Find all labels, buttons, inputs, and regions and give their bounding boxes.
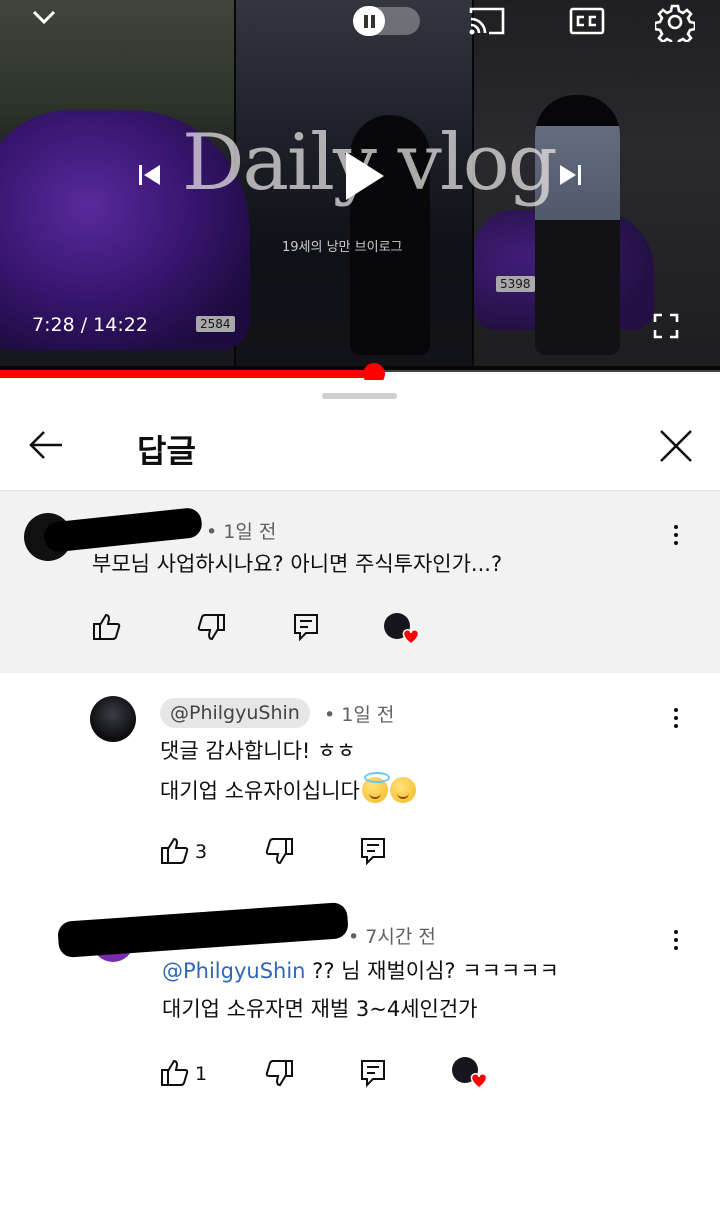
video-player[interactable]: 2584 5398 Daily vlog 19세의 낭만 브이로그 7:28 /… xyxy=(0,0,720,372)
comment-text: 부모님 사업하시나요? 아니면 주식투자인가...? xyxy=(92,552,503,576)
comment-time: • 7시간 전 xyxy=(348,926,436,948)
creator-heart-icon xyxy=(382,612,422,646)
more-vert-icon[interactable] xyxy=(666,925,686,955)
video-overlay-subtitle: 19세의 낭만 브이로그 xyxy=(282,240,403,255)
creator-heart-icon xyxy=(450,1056,490,1090)
more-vert-icon[interactable] xyxy=(666,520,686,550)
replies-panel: 답글 • 1일 전 부모님 사업하시나요? 아니면 주식투자인가...? @Ph… xyxy=(0,380,720,1211)
closed-captions-icon[interactable] xyxy=(569,6,605,36)
reply-icon[interactable] xyxy=(358,836,388,866)
time-label: 1일 전 xyxy=(341,704,395,726)
chevron-down-icon[interactable] xyxy=(28,4,60,32)
comment-text-line: ?? 님 재벌이심? ㅋㅋㅋㅋㅋ xyxy=(305,959,559,983)
relieved-face-icon xyxy=(389,777,416,803)
like-count: 3 xyxy=(195,841,208,863)
dislike-icon[interactable] xyxy=(264,1058,294,1088)
more-vert-icon[interactable] xyxy=(666,703,686,733)
reply-icon[interactable] xyxy=(291,612,321,642)
comment-text-line: 대기업 소유자이십니다 xyxy=(160,779,360,803)
back-arrow-icon[interactable] xyxy=(26,424,68,466)
comment-text: 댓글 감사합니다! ㅎㅎ xyxy=(160,739,356,763)
creator-handle-chip[interactable]: @PhilgyuShin xyxy=(160,698,310,728)
reply-icon[interactable] xyxy=(358,1058,388,1088)
next-icon[interactable] xyxy=(556,160,584,190)
avatar[interactable] xyxy=(90,696,136,742)
fullscreen-icon[interactable] xyxy=(653,313,679,339)
time-display: 7:28 / 14:22 xyxy=(32,314,148,336)
like-icon[interactable] xyxy=(92,612,122,642)
time-label: 1일 전 xyxy=(223,521,277,543)
comment-text: @PhilgyuShin ?? 님 재벌이심? ㅋㅋㅋㅋㅋ xyxy=(162,954,559,988)
autoplay-toggle[interactable] xyxy=(353,6,420,36)
like-icon[interactable] xyxy=(160,1058,190,1088)
comment-time: • 1일 전 xyxy=(206,521,277,543)
play-icon[interactable] xyxy=(340,148,388,204)
comment-text: 대기업 소유자이십니다 xyxy=(160,772,416,808)
cast-icon[interactable] xyxy=(467,5,507,37)
panel-title: 답글 xyxy=(137,432,196,470)
parent-comment: • 1일 전 부모님 사업하시나요? 아니면 주식투자인가...? xyxy=(0,491,720,673)
comment-time: • 1일 전 xyxy=(324,704,395,726)
comment-text: 대기업 소유자면 재벌 3~4세인건가 xyxy=(162,997,478,1021)
smiling-face-with-halo-icon xyxy=(361,772,390,803)
previous-icon[interactable] xyxy=(136,160,164,190)
settings-gear-icon[interactable] xyxy=(653,2,697,48)
like-count: 1 xyxy=(195,1063,208,1085)
like-icon[interactable] xyxy=(160,836,190,866)
drag-handle[interactable] xyxy=(322,393,397,399)
time-label: 7시간 전 xyxy=(365,926,436,948)
mention-link[interactable]: @PhilgyuShin xyxy=(162,959,306,983)
progress-fill xyxy=(0,370,374,378)
dislike-icon[interactable] xyxy=(196,612,226,642)
dislike-icon[interactable] xyxy=(264,836,294,866)
pause-icon xyxy=(353,6,385,36)
redacted-author xyxy=(57,901,349,959)
progress-bar[interactable] xyxy=(0,370,720,378)
close-icon[interactable] xyxy=(654,424,698,468)
